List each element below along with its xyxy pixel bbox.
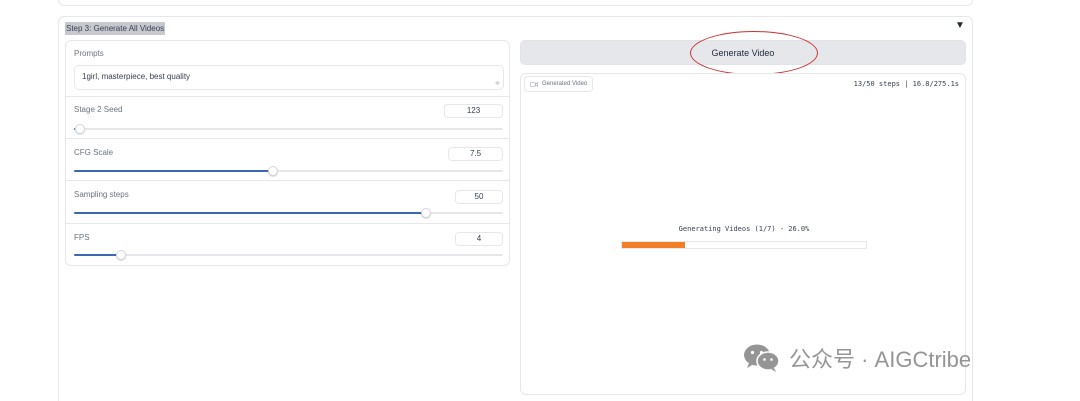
fps-slider-fill [74,254,122,256]
generation-progress-bar [621,241,867,249]
generated-video-label: Generated Video [542,81,588,87]
collapse-triangle-icon[interactable]: ▼ [955,20,965,31]
sampling-steps-slider-thumb[interactable] [420,208,431,218]
cfg-scale-slider-thumb[interactable] [268,166,279,176]
previous-section-card [58,0,973,6]
watermark: 公众号 · AIGCtribe [742,342,971,374]
sampling-steps-input[interactable]: 50 [455,190,503,204]
cfg-scale-block: CFG Scale 7.5 [66,139,509,181]
cfg-scale-label: CFG Scale [74,148,114,157]
sampling-steps-slider[interactable] [74,208,503,218]
sampling-steps-slider-fill [74,212,426,214]
prompts-textarea[interactable]: 1girl, masterpiece, best quality ≡ [74,65,504,90]
stage2-seed-label: Stage 2 Seed [74,105,123,114]
stage2-seed-block: Stage 2 Seed 123 [66,97,509,139]
prompts-value: 1girl, masterpiece, best quality [82,72,191,81]
cfg-scale-slider[interactable] [74,166,503,176]
section-title[interactable]: Step 3: Generate All Videos [65,22,166,35]
prompts-label: Prompts [74,49,104,58]
fps-slider[interactable] [74,250,503,260]
resize-grip-icon[interactable]: ≡ [494,80,502,88]
watermark-text: 公众号 · AIGCtribe [789,347,972,372]
fps-slider-thumb[interactable] [116,250,127,260]
video-camera-icon [530,81,538,87]
stage2-seed-slider[interactable] [74,124,503,134]
cfg-scale-input[interactable]: 7.5 [448,147,503,161]
fps-block: FPS 4 [66,224,509,265]
sampling-steps-label: Sampling steps [74,190,129,199]
prompts-block: Prompts 1girl, masterpiece, best quality… [66,41,509,97]
settings-panel: Prompts 1girl, masterpiece, best quality… [65,40,510,266]
stage2-seed-slider-thumb[interactable] [75,124,86,134]
generate-video-button[interactable]: Generate Video [520,40,966,65]
cfg-scale-slider-fill [74,170,274,172]
wechat-icon [744,344,780,372]
generated-video-tag: Generated Video [524,76,594,92]
fps-label: FPS [74,233,90,242]
generation-progress-fill [622,242,686,248]
fps-input[interactable]: 4 [455,232,503,246]
stage2-seed-input[interactable]: 123 [444,104,503,118]
generation-status: Generating Videos (1/7) - 26.0% [678,225,810,233]
sampling-steps-block: Sampling steps 50 [66,181,509,224]
progress-timer: 13/50 steps | 16.8/275.1s [853,80,959,88]
